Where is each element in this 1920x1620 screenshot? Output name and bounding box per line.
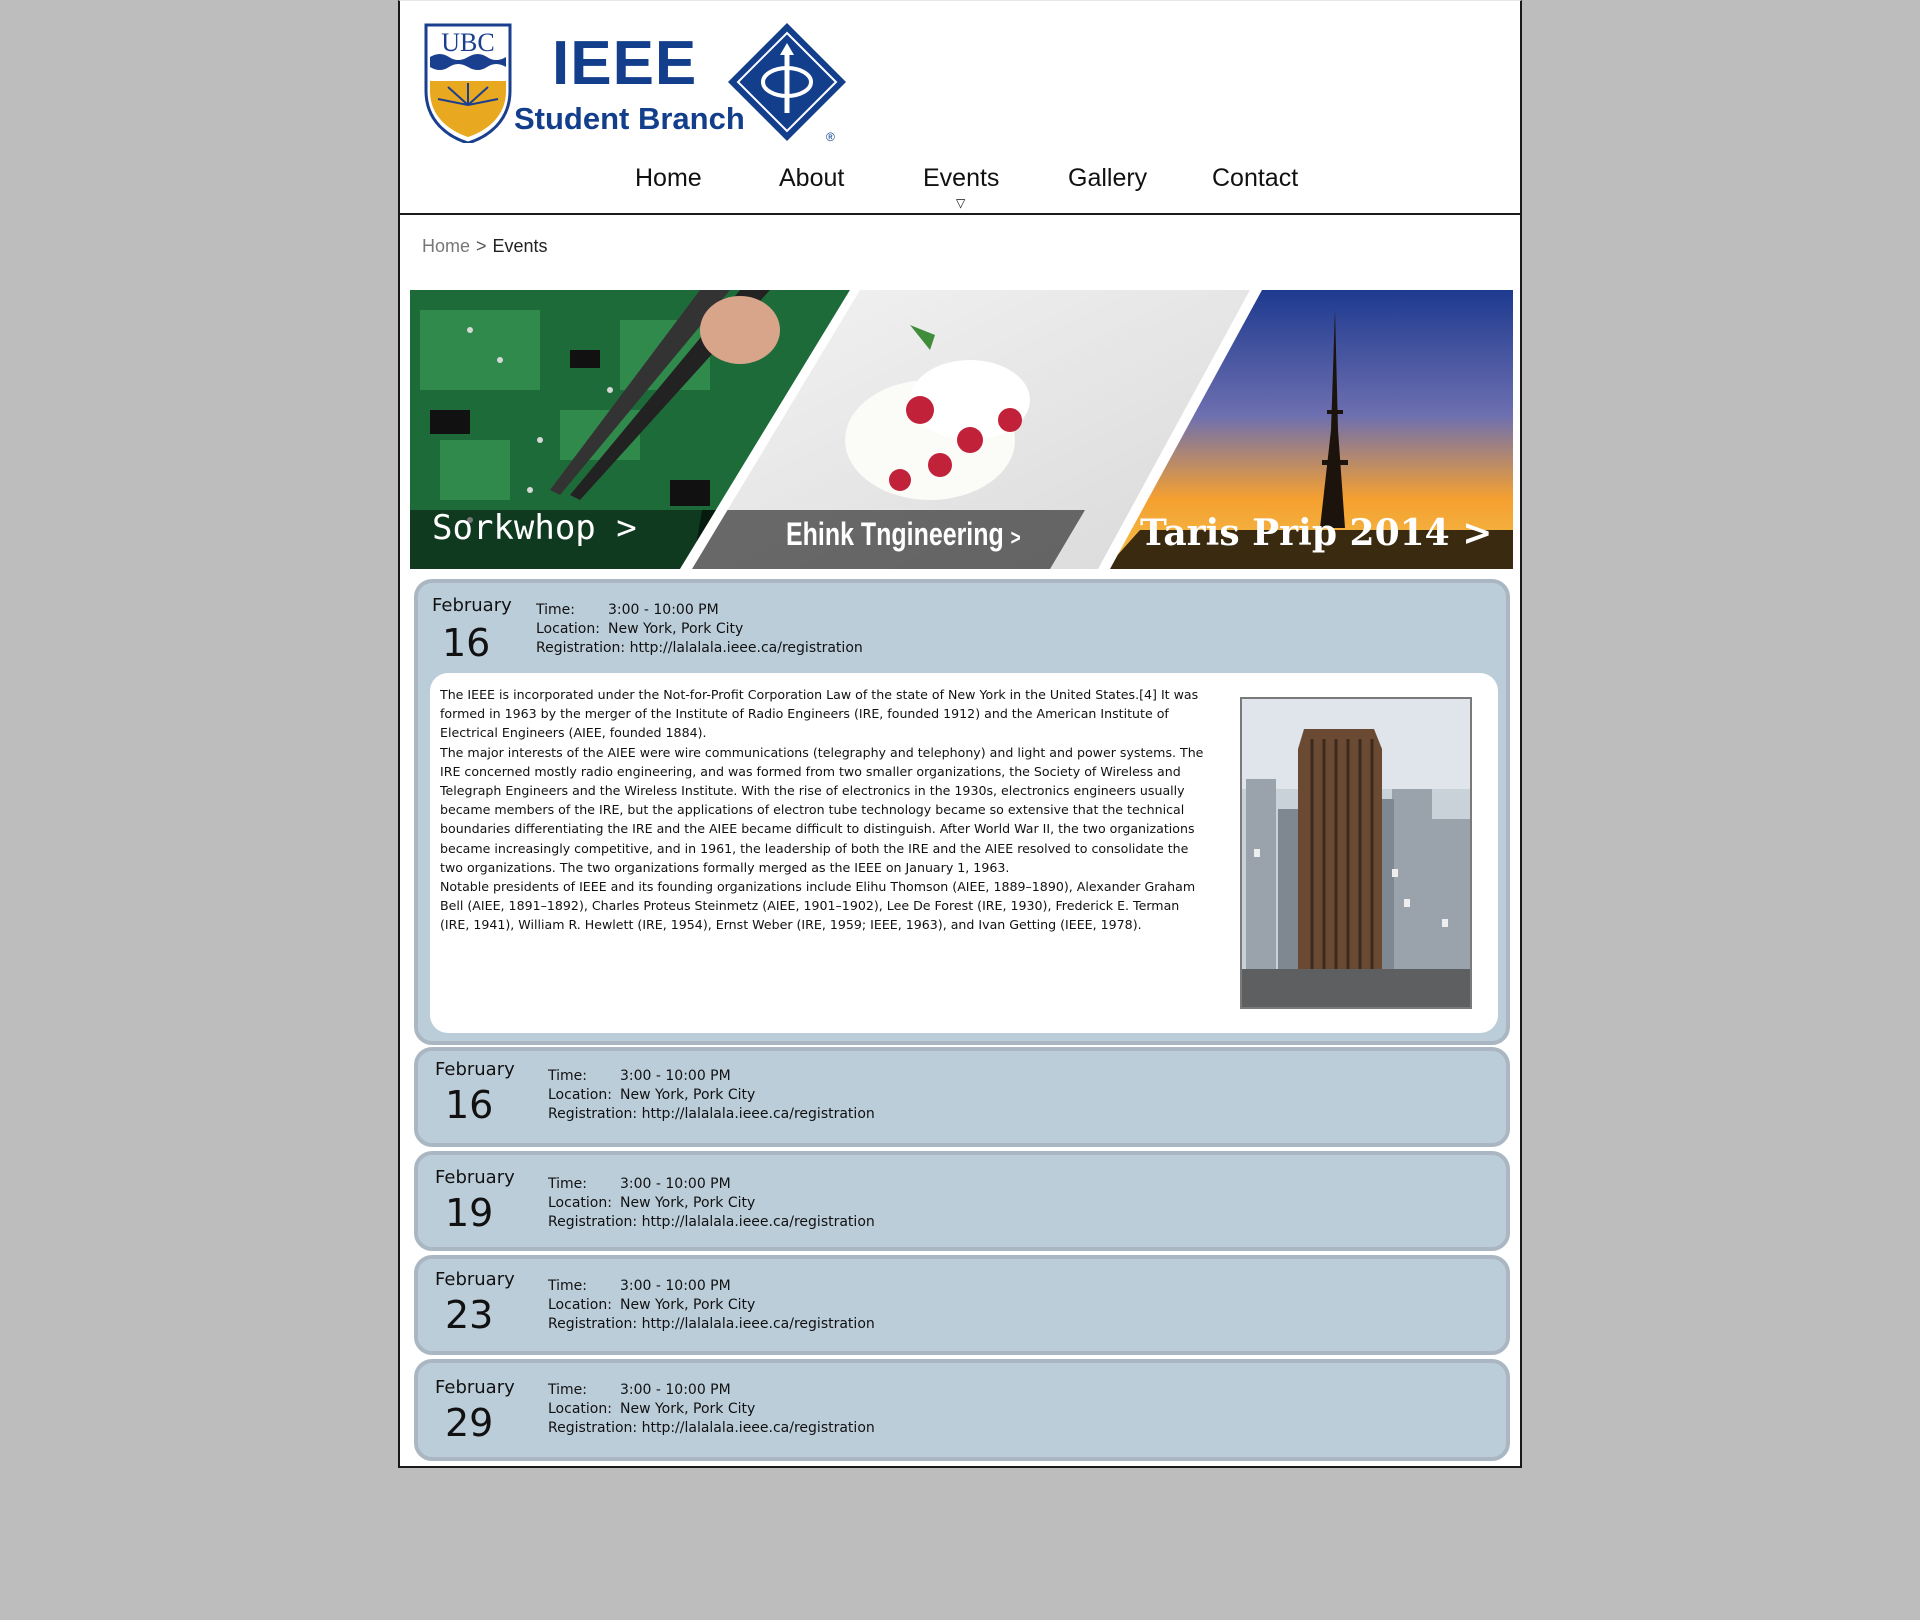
event-month: February [432, 595, 512, 616]
event-month: February [435, 1377, 515, 1398]
banner-workshop-link[interactable]: Sorkwhop > [432, 508, 637, 548]
location-label: Location: [536, 621, 600, 637]
banner-workshop-label: Sorkwhop [432, 508, 596, 548]
event-month: February [435, 1269, 515, 1290]
event-info: Time: 3:00 - 10:00 PM Location: New York, … [548, 1175, 875, 1232]
time-label: Time: [536, 602, 575, 618]
time-label: Time: [548, 1176, 587, 1192]
main-nav: Home About Events Gallery Contact ▽ [400, 164, 1520, 214]
banner-paris-link[interactable]: Taris Prip 2014 > [1140, 512, 1492, 554]
registration-label: Registration: [548, 1214, 638, 1230]
event-info: Time: 3:00 - 10:00 PM Location: New York, … [536, 601, 863, 658]
nav-events[interactable]: Events [923, 164, 999, 193]
event-card[interactable]: February 16 Time: 3:00 - 10:00 PM Locatio… [414, 579, 1510, 1045]
registration-link[interactable]: http://lalalala.ieee.ca/registration [642, 1106, 875, 1122]
location-label: Location: [548, 1297, 612, 1313]
event-info: Time: 3:00 - 10:00 PM Location: New York, … [548, 1067, 875, 1124]
banner-paris-arrow: > [1462, 512, 1493, 554]
breadcrumb: Home > Events [422, 236, 548, 257]
location-label: Location: [548, 1195, 612, 1211]
event-time: 3:00 - 10:00 PM [620, 1382, 731, 1398]
registration-link[interactable]: http://lalalala.ieee.ca/registration [642, 1420, 875, 1436]
banner-paris-label: Taris Prip 2014 [1140, 512, 1450, 554]
breadcrumb-separator: > [476, 236, 487, 256]
event-description-paragraph: Notable presidents of IEEE and its found… [440, 879, 1196, 933]
ubc-shield-icon: UBC [424, 23, 512, 143]
event-location: New York, Pork City [608, 621, 744, 637]
event-card[interactable]: February 19 Time: 3:00 - 10:00 PM Locatio… [414, 1151, 1510, 1251]
event-card[interactable]: February 16 Time: 3:00 - 10:00 PM Locatio… [414, 1047, 1510, 1147]
registration-label: Registration: [548, 1106, 638, 1122]
svg-text:®: ® [826, 130, 835, 143]
registration-label: Registration: [536, 640, 626, 656]
event-card[interactable]: February 23 Time: 3:00 - 10:00 PM Locatio… [414, 1255, 1510, 1355]
event-description-paragraph: The IEEE is incorporated under the Not-f… [440, 687, 1199, 741]
event-location: New York, Pork City [620, 1401, 756, 1417]
event-time: 3:00 - 10:00 PM [608, 602, 719, 618]
active-caret-icon: ▽ [956, 196, 966, 210]
event-day: 16 [445, 1083, 494, 1127]
time-label: Time: [548, 1068, 587, 1084]
events-banner: Sorkwhop > Ehink Tngineering > Taris Pri… [410, 290, 1513, 569]
location-label: Location: [548, 1087, 612, 1103]
event-day: 29 [445, 1401, 494, 1445]
event-photo [1240, 697, 1472, 1009]
banner-workshop-arrow: > [616, 508, 637, 548]
breadcrumb-current: Events [492, 236, 548, 256]
location-label: Location: [548, 1401, 612, 1417]
banner-engineering-link[interactable]: Ehink Tngineering > [786, 516, 1021, 553]
event-description-paragraph: The major interests of the AIEE were wir… [440, 744, 1204, 875]
event-location: New York, Pork City [620, 1297, 756, 1313]
registration-label: Registration: [548, 1420, 638, 1436]
event-location: New York, Pork City [620, 1087, 756, 1103]
time-label: Time: [548, 1382, 587, 1398]
event-card[interactable]: February 29 Time: 3:00 - 10:00 PM Locatio… [414, 1359, 1510, 1461]
ieee-wordmark: IEEE [552, 29, 698, 98]
student-branch-wordmark: Student Branch [514, 101, 745, 136]
nav-contact[interactable]: Contact [1212, 164, 1298, 193]
banner-engineering-arrow: > [1010, 525, 1021, 550]
svg-text:UBC: UBC [441, 28, 494, 57]
site-logo[interactable]: UBC IEEE Student Branch ® [422, 21, 852, 143]
event-info: Time: 3:00 - 10:00 PM Location: New York, … [548, 1381, 875, 1438]
banner-engineering-label: Ehink Tngineering [786, 516, 1004, 552]
event-location: New York, Pork City [620, 1195, 756, 1211]
ieee-diamond-icon: ® [728, 23, 846, 143]
event-month: February [435, 1167, 515, 1188]
event-info: Time: 3:00 - 10:00 PM Location: New York, … [548, 1277, 875, 1334]
nav-gallery[interactable]: Gallery [1068, 164, 1147, 193]
skyscraper-photo [1242, 699, 1470, 1007]
nav-home[interactable]: Home [635, 164, 702, 193]
event-time: 3:00 - 10:00 PM [620, 1278, 731, 1294]
event-month: February [435, 1059, 515, 1080]
registration-label: Registration: [548, 1316, 638, 1332]
event-description: The IEEE is incorporated under the Not-f… [440, 685, 1210, 935]
header-divider [400, 213, 1520, 215]
breadcrumb-home[interactable]: Home [422, 236, 470, 256]
registration-link[interactable]: http://lalalala.ieee.ca/registration [642, 1316, 875, 1332]
event-details-panel: The IEEE is incorporated under the Not-f… [430, 673, 1498, 1033]
event-day: 16 [442, 621, 491, 665]
event-day: 23 [445, 1293, 494, 1337]
event-time: 3:00 - 10:00 PM [620, 1068, 731, 1084]
event-day: 19 [445, 1191, 494, 1235]
event-time: 3:00 - 10:00 PM [620, 1176, 731, 1192]
registration-link[interactable]: http://lalalala.ieee.ca/registration [642, 1214, 875, 1230]
time-label: Time: [548, 1278, 587, 1294]
nav-about[interactable]: About [779, 164, 844, 193]
registration-link[interactable]: http://lalalala.ieee.ca/registration [630, 640, 863, 656]
page-container: UBC IEEE Student Branch ® Home About Eve… [398, 0, 1522, 1468]
